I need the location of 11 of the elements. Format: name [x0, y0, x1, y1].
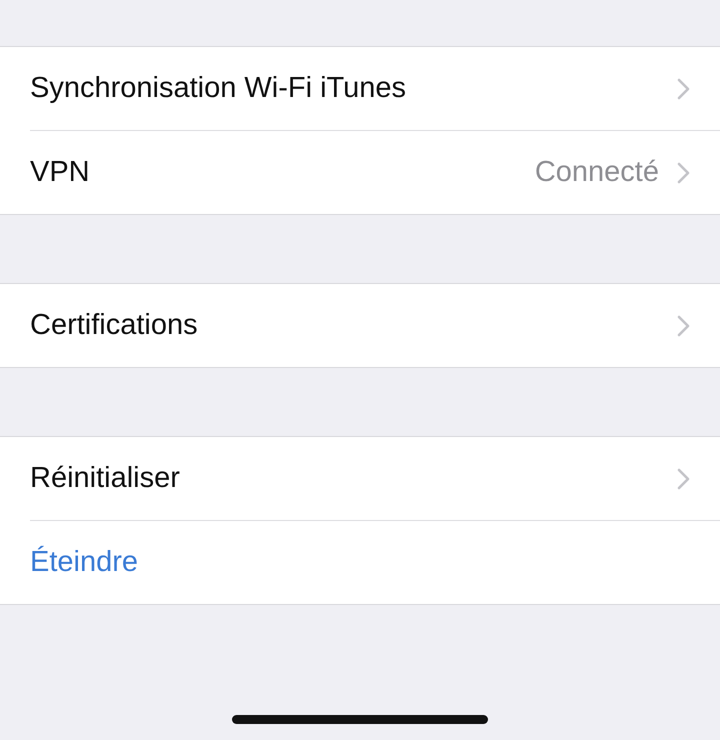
- action-link[interactable]: Éteindre: [30, 546, 138, 579]
- chevron-icon[interactable]: [677, 162, 690, 184]
- settings-row-label[interactable]: Réinitialiser: [30, 462, 180, 495]
- settings-row-label[interactable]: VPN: [30, 156, 90, 189]
- chevron-icon[interactable]: [677, 78, 690, 100]
- chevron-icon[interactable]: [677, 314, 690, 336]
- home-indicator[interactable]: [232, 715, 488, 724]
- settings-row-label[interactable]: Certifications: [30, 309, 198, 342]
- chevron-icon[interactable]: [677, 468, 690, 490]
- settings-row-label[interactable]: Synchronisation Wi-Fi iTunes: [30, 72, 406, 105]
- row-value: Connecté: [534, 156, 659, 189]
